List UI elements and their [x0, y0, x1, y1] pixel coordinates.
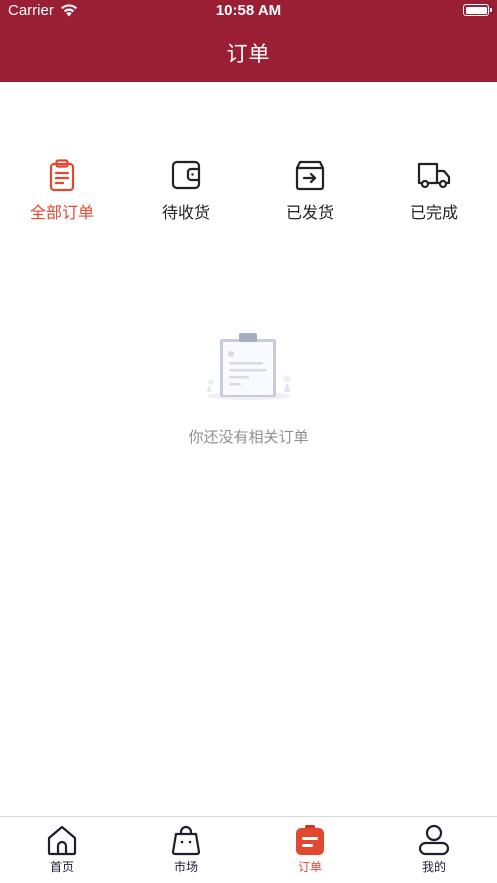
battery-level: [465, 6, 487, 14]
order-status-tabs: 全部订单 待收货 已发货 已完成: [0, 158, 497, 228]
tab-shipped[interactable]: 已发货: [248, 158, 372, 226]
order-icon: [296, 825, 324, 855]
tabbar-orders[interactable]: 订单: [248, 823, 372, 875]
shopping-bag-icon: [171, 825, 201, 856]
battery-icon: [463, 4, 492, 16]
empty-clipboard-illustration: [206, 333, 291, 400]
tab-all-orders-label: 全部订单: [29, 203, 94, 222]
tab-completed-label: 已完成: [409, 203, 458, 222]
empty-message: 你还没有相关订单: [188, 428, 309, 446]
truck-icon: [417, 162, 451, 189]
tabbar-profile-label: 我的: [421, 860, 446, 874]
tab-all-orders[interactable]: 全部订单: [0, 158, 124, 226]
clipboard-icon: [49, 159, 75, 192]
tab-shipped-label: 已发货: [285, 203, 334, 222]
app-header: Carrier 10:58 AM 订单: [0, 0, 497, 82]
tabbar-orders-label: 订单: [297, 860, 322, 874]
tab-pending-receipt-label: 待收货: [161, 203, 210, 222]
status-bar: Carrier 10:58 AM: [0, 0, 497, 24]
bottom-tab-bar: 首页 市场 订单 我的: [0, 816, 497, 883]
tabbar-market-label: 市场: [173, 860, 198, 874]
tabbar-home-label: 首页: [49, 860, 74, 874]
profile-icon: [418, 824, 450, 856]
tabbar-profile[interactable]: 我的: [372, 823, 496, 875]
shipping-box-icon: [295, 160, 325, 191]
tabbar-home[interactable]: 首页: [0, 823, 124, 875]
home-icon: [47, 825, 77, 856]
tabbar-market[interactable]: 市场: [124, 823, 248, 875]
tab-pending-receipt[interactable]: 待收货: [124, 158, 248, 226]
wallet-icon: [171, 160, 201, 190]
empty-state: 你还没有相关订单: [0, 330, 497, 447]
tab-completed[interactable]: 已完成: [372, 158, 496, 226]
page-title: 订单: [226, 42, 271, 66]
status-time: 10:58 AM: [215, 2, 282, 19]
